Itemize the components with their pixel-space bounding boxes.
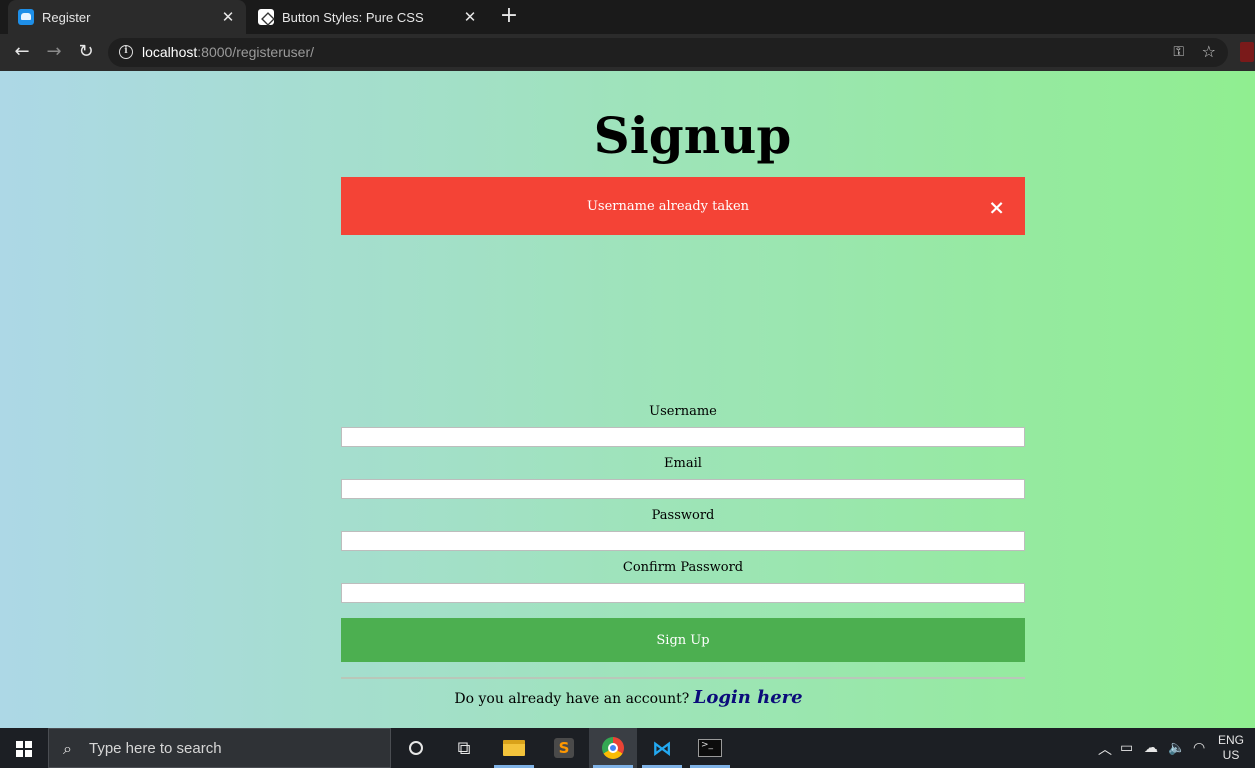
windows-logo-icon: [16, 741, 32, 757]
task-view-icon[interactable]: ⧉: [440, 728, 488, 768]
tab-title: Button Styles: Pure CSS: [282, 9, 424, 25]
tab-strip: Register ✕ Button Styles: Pure CSS ✕ +: [0, 0, 1255, 34]
browser-toolbar: ← → ↻ i localhost:8000/registeruser/ ⚿ ☆: [0, 34, 1255, 71]
info-icon[interactable]: i: [119, 45, 133, 59]
close-tab-icon[interactable]: ✕: [462, 8, 478, 26]
tab-register[interactable]: Register ✕: [8, 0, 246, 34]
password-label: Password: [651, 508, 715, 523]
forward-icon[interactable]: →: [42, 40, 66, 64]
tab-button-styles[interactable]: Button Styles: Pure CSS ✕: [248, 0, 488, 34]
register-favicon-icon: [18, 9, 34, 25]
divider: [341, 677, 1025, 679]
alert-message: Username already taken: [586, 199, 750, 214]
file-explorer-icon[interactable]: [490, 728, 538, 768]
confirm-password-input[interactable]: [341, 583, 1025, 603]
url-path: :8000/registeruser/: [197, 44, 314, 60]
chrome-icon[interactable]: [589, 728, 637, 768]
lang-line1: ENG: [1218, 733, 1245, 747]
url-text[interactable]: localhost:8000/registeruser/: [142, 44, 314, 60]
codepen-favicon-icon: [258, 9, 274, 25]
sign-up-button[interactable]: Sign Up: [341, 618, 1025, 662]
login-prompt-text: Do you already have an account?: [454, 691, 690, 707]
reload-icon[interactable]: ↻: [74, 40, 98, 64]
search-placeholder: Type here to search: [89, 740, 222, 757]
login-prompt-line: Do you already have an account? Login he…: [0, 687, 1255, 708]
terminal-icon[interactable]: >_: [686, 728, 734, 768]
language-indicator[interactable]: ENG US: [1218, 733, 1244, 763]
new-tab-icon[interactable]: +: [498, 5, 520, 27]
pdf-extension-icon[interactable]: [1240, 42, 1254, 62]
taskbar-search[interactable]: ⌕ Type here to search: [48, 728, 391, 768]
username-label: Username: [649, 404, 717, 419]
search-icon: ⌕: [63, 739, 72, 758]
page-title: Signup: [593, 106, 792, 165]
username-input[interactable]: [341, 427, 1025, 447]
start-button[interactable]: [0, 728, 48, 768]
close-icon[interactable]: ×: [988, 197, 1005, 217]
volume-icon[interactable]: 🔈: [1168, 739, 1185, 756]
tab-title: Register: [42, 9, 91, 25]
page-content: Signup Username already taken × Username…: [0, 71, 1255, 728]
email-label: Email: [664, 456, 702, 471]
lang-line2: US: [1222, 748, 1240, 762]
login-link[interactable]: Login here: [694, 687, 803, 708]
password-input[interactable]: [341, 531, 1025, 551]
close-tab-icon[interactable]: ✕: [220, 8, 236, 26]
chevron-up-icon[interactable]: ︿: [1098, 739, 1112, 759]
onedrive-icon[interactable]: ☁: [1144, 739, 1158, 756]
wifi-icon[interactable]: ◠: [1193, 739, 1205, 756]
key-icon[interactable]: ⚿: [1173, 44, 1184, 60]
battery-icon[interactable]: ▭: [1120, 739, 1133, 756]
error-alert: Username already taken ×: [341, 177, 1025, 235]
email-input[interactable]: [341, 479, 1025, 499]
url-host: localhost: [142, 44, 198, 60]
star-icon[interactable]: ☆: [1202, 42, 1216, 61]
cortana-icon[interactable]: [392, 728, 440, 768]
address-bar[interactable]: i localhost:8000/registeruser/ ⚿ ☆: [108, 38, 1228, 67]
back-icon[interactable]: ←: [10, 40, 34, 64]
confirm-password-label: Confirm Password: [622, 560, 744, 575]
vscode-icon[interactable]: ⋈: [638, 728, 686, 768]
windows-taskbar: ⌕ Type here to search ⧉ S ⋈ >_ ︿ ▭ ☁ 🔈 ◠…: [0, 728, 1255, 768]
sublime-text-icon[interactable]: S: [540, 728, 588, 768]
